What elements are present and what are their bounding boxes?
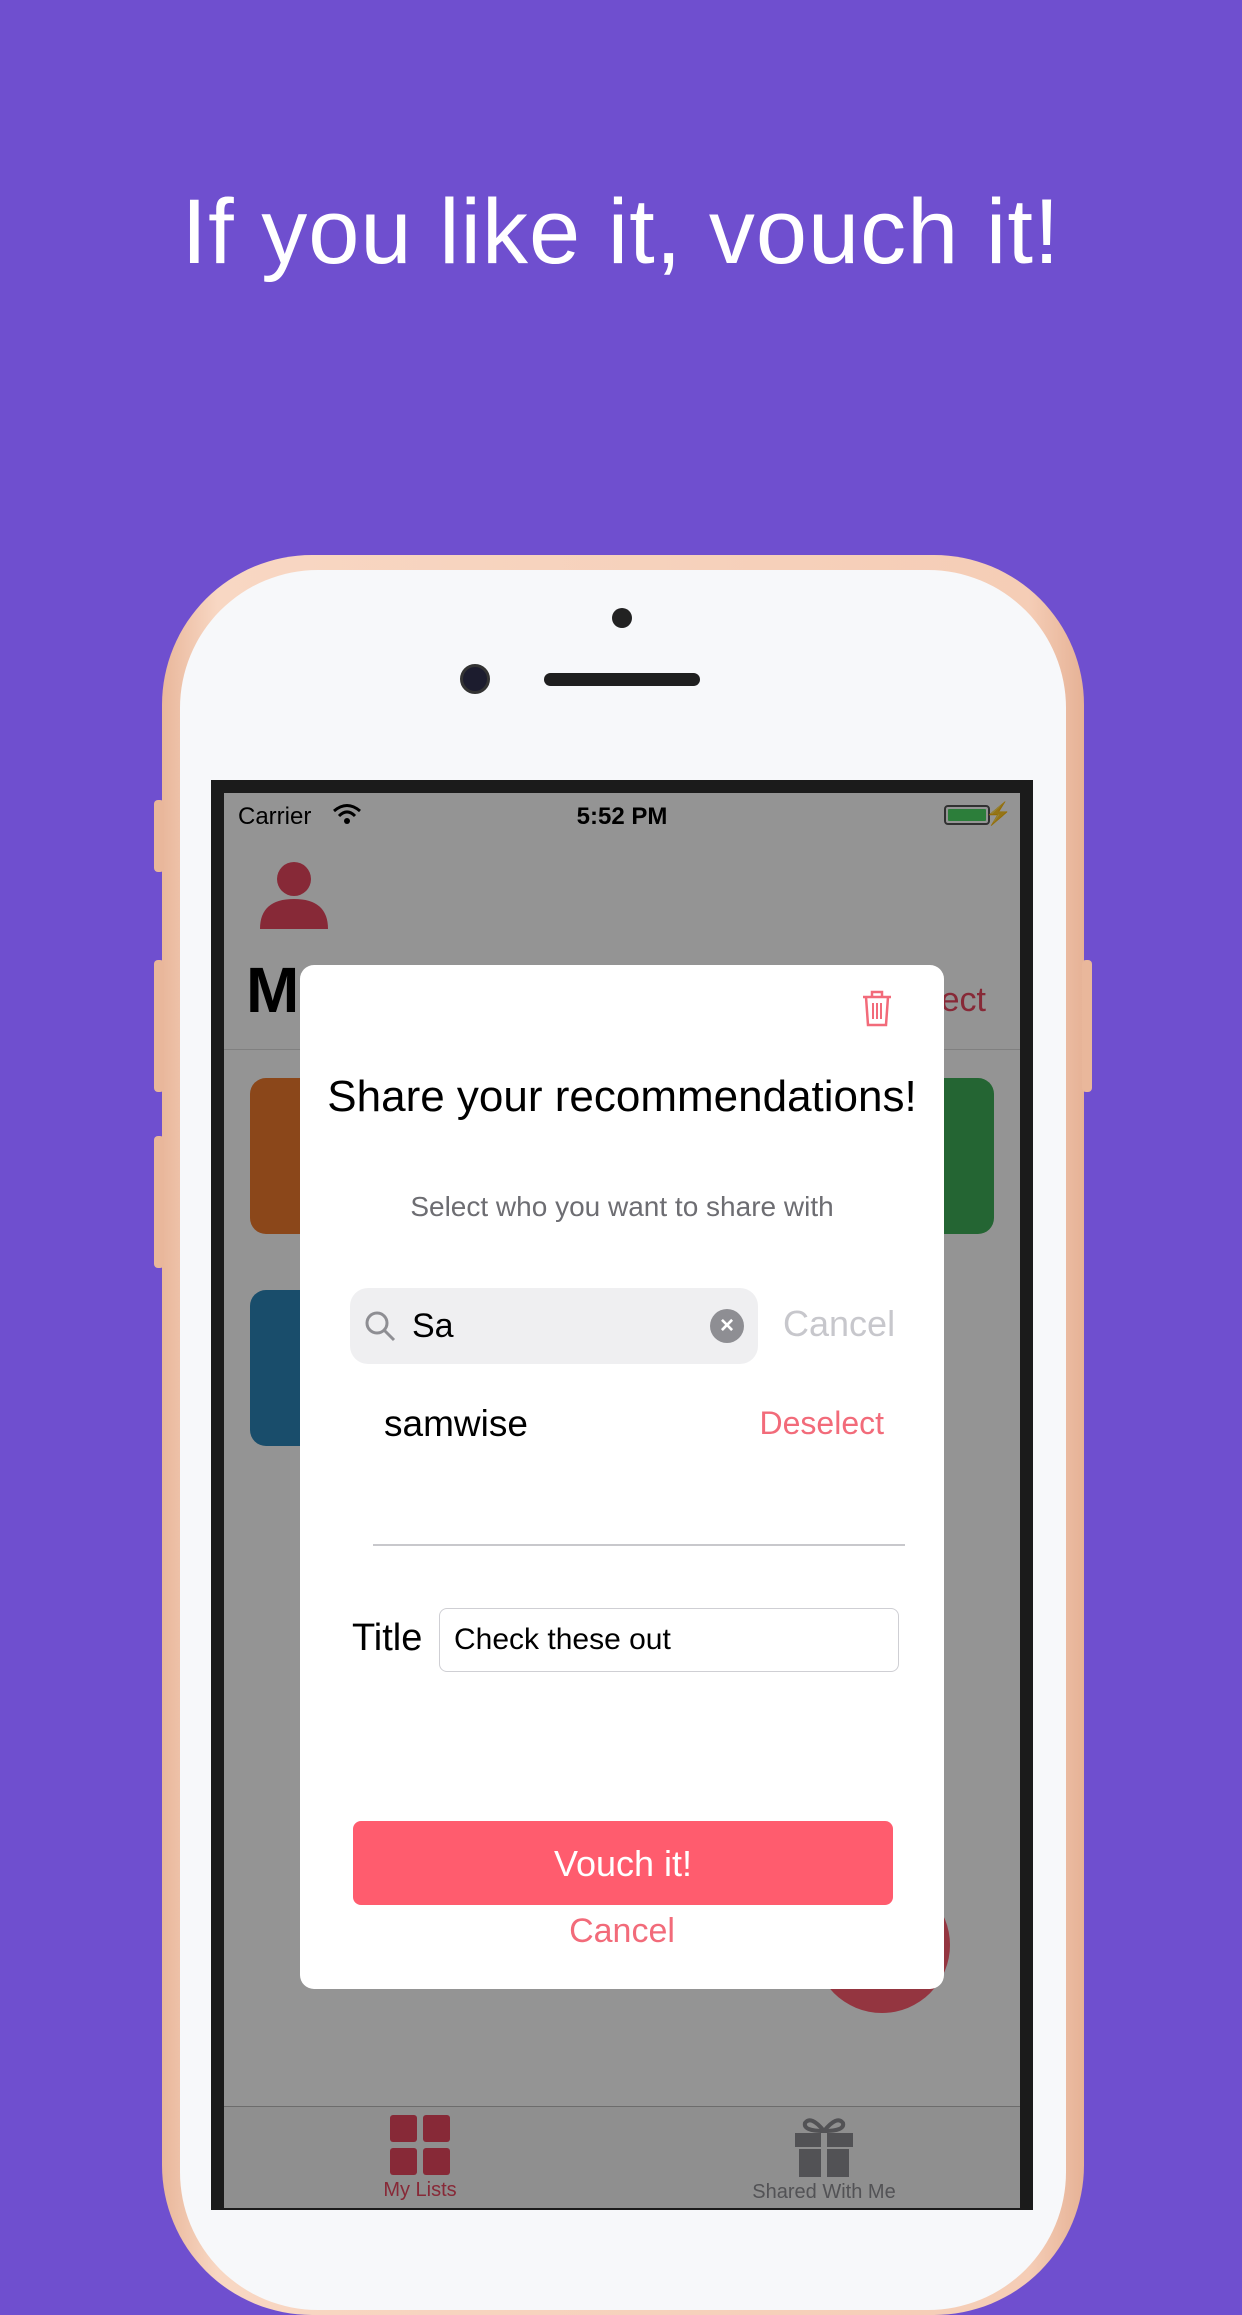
headline: If you like it, vouch it! (181, 181, 1061, 283)
volume-down-button (154, 1136, 164, 1268)
search-bar[interactable]: × (350, 1288, 758, 1364)
volume-up-button (154, 960, 164, 1092)
share-modal: Share your recommendations! Select who y… (300, 965, 944, 1989)
results-divider (373, 1544, 905, 1546)
deselect-button[interactable]: Deselect (760, 1405, 885, 1442)
modal-subtitle: Select who you want to share with (410, 1191, 834, 1222)
trash-icon[interactable] (860, 989, 894, 1032)
modal-title: Share your recommendations! (327, 1072, 917, 1121)
result-username[interactable]: samwise (384, 1403, 528, 1445)
search-icon (364, 1310, 396, 1347)
search-cancel-button[interactable]: Cancel (783, 1303, 895, 1345)
vouch-button[interactable]: Vouch it! (353, 1821, 893, 1905)
phone-screen: Carrier 5:52 PM ⚡ M ect My Lists Shared … (224, 793, 1020, 2208)
power-button (1082, 960, 1092, 1092)
modal-cancel-button[interactable]: Cancel (300, 1912, 944, 1951)
earpiece-speaker (544, 673, 700, 686)
clear-search-icon[interactable]: × (710, 1309, 744, 1343)
title-label: Title (352, 1617, 423, 1659)
proximity-sensor (612, 608, 632, 628)
search-input[interactable] (412, 1300, 692, 1352)
title-input[interactable] (439, 1608, 899, 1672)
front-camera (460, 664, 490, 694)
mute-switch (154, 800, 164, 872)
